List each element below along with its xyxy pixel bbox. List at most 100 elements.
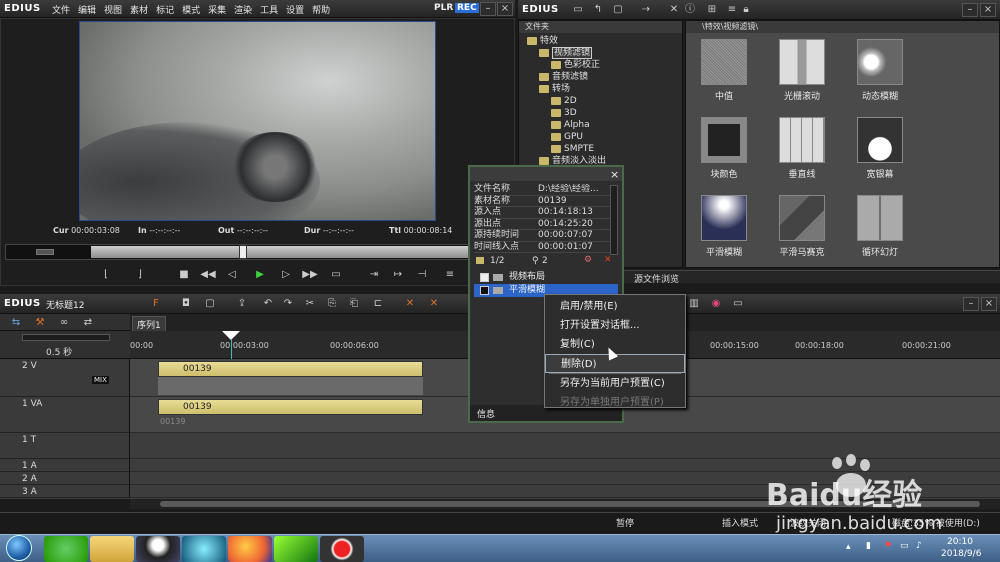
- fast-forward-icon[interactable]: ▶▶: [302, 268, 318, 282]
- insert-icon[interactable]: ⇥: [366, 268, 382, 282]
- delete-clip-icon[interactable]: ✕: [402, 297, 418, 311]
- group-icon[interactable]: ⊏: [370, 297, 386, 311]
- menu-item[interactable]: 素材: [130, 6, 148, 16]
- menu-item[interactable]: 帮助: [312, 6, 330, 16]
- effect-item[interactable]: 循环幻灯: [848, 195, 912, 258]
- timeline-close-icon[interactable]: ×: [981, 297, 997, 311]
- explorer-icon[interactable]: [90, 536, 134, 562]
- step-back-icon[interactable]: ◁: [224, 268, 240, 282]
- menu-item[interactable]: 设置: [286, 6, 304, 16]
- view-icon[interactable]: ⊞: [704, 3, 720, 17]
- tree-item[interactable]: 2D: [519, 95, 682, 107]
- menu-item[interactable]: 文件: [52, 6, 70, 16]
- tree-item[interactable]: 特效: [519, 35, 682, 47]
- layer-row[interactable]: 视频布局: [474, 271, 618, 284]
- step-forward-icon[interactable]: ▷: [278, 268, 294, 282]
- tree-item[interactable]: Alpha: [519, 119, 682, 131]
- menu-item[interactable]: 采集: [208, 6, 226, 16]
- context-menu-item[interactable]: 打开设置对话框...: [545, 316, 685, 335]
- overwrite-icon[interactable]: ↦: [390, 268, 406, 282]
- rec-mode-button[interactable]: REC: [455, 3, 479, 13]
- track-header[interactable]: 3 A: [0, 485, 130, 498]
- export-icon[interactable]: ⇪: [234, 297, 250, 311]
- timeline-minimize-icon[interactable]: –: [963, 297, 979, 311]
- record-voice-icon[interactable]: ◉: [708, 297, 724, 311]
- effect-item[interactable]: 平滑模糊: [692, 195, 756, 258]
- firefox-icon[interactable]: [228, 536, 272, 562]
- track-header[interactable]: 1 A: [0, 459, 130, 472]
- snapshot-icon[interactable]: ◘: [178, 297, 194, 311]
- tab-source-browser[interactable]: 源文件浏览: [634, 272, 679, 285]
- set-in-icon[interactable]: ⌊: [98, 268, 114, 282]
- track-header[interactable]: 1 T: [0, 433, 130, 459]
- video-clip[interactable]: 00139: [158, 361, 423, 377]
- tab-info[interactable]: 信息: [474, 406, 498, 421]
- properties-icon[interactable]: ⓘ: [682, 3, 698, 17]
- tree-item[interactable]: 视频滤镜: [519, 47, 682, 59]
- edius-taskbar-icon[interactable]: [274, 536, 318, 562]
- tray-up-icon[interactable]: ▴: [846, 542, 851, 552]
- context-menu-item[interactable]: 启用/禁用(E): [545, 297, 685, 316]
- menu-item[interactable]: 工具: [260, 6, 278, 16]
- tree-item[interactable]: 3D: [519, 107, 682, 119]
- minimize-icon[interactable]: –: [480, 2, 496, 16]
- layer-checkbox[interactable]: [480, 273, 489, 282]
- playhead-handle[interactable]: [239, 245, 247, 259]
- media-player-icon[interactable]: [182, 536, 226, 562]
- remove-filter-icon[interactable]: ✕: [604, 255, 612, 265]
- browser-360-icon[interactable]: [44, 536, 88, 562]
- ripple-delete-icon[interactable]: ✕: [426, 297, 442, 311]
- settings-icon[interactable]: ⚙: [584, 255, 592, 265]
- tools-icon[interactable]: ⚒: [32, 316, 48, 330]
- record-taskbar-icon[interactable]: [320, 536, 364, 562]
- effect-item[interactable]: 宽银幕: [848, 117, 912, 180]
- track-header[interactable]: 1 VA: [0, 397, 130, 433]
- up-folder-icon[interactable]: ↰: [590, 3, 606, 17]
- tray-volume-icon[interactable]: ♪: [916, 541, 922, 551]
- redo-icon[interactable]: ↷: [280, 297, 296, 311]
- cut-icon[interactable]: ✂: [302, 297, 318, 311]
- track-mode-icon[interactable]: ⇆: [8, 316, 24, 330]
- info-close-icon[interactable]: ×: [610, 168, 619, 181]
- player-scrubber[interactable]: [5, 244, 510, 260]
- effect-item[interactable]: 动态模糊: [848, 39, 912, 102]
- menu-icon[interactable]: ≡: [442, 268, 458, 282]
- start-button[interactable]: [6, 535, 32, 561]
- menu-item[interactable]: 编辑: [78, 6, 96, 16]
- tray-network-icon[interactable]: ▮: [866, 541, 871, 551]
- video-clip[interactable]: 00139: [158, 399, 423, 415]
- bin-close-icon[interactable]: ×: [980, 3, 996, 17]
- context-menu-item[interactable]: 另存为当前用户预置(C): [545, 374, 685, 393]
- undo-icon[interactable]: ↶: [260, 297, 276, 311]
- effect-item[interactable]: 中值: [692, 39, 756, 102]
- track-header[interactable]: 2 A: [0, 472, 130, 485]
- lock-icon[interactable]: 🔒︎: [738, 3, 754, 17]
- tree-item[interactable]: 转场: [519, 83, 682, 95]
- output-icon[interactable]: ▭: [328, 268, 344, 282]
- menu-item[interactable]: 标记: [156, 6, 174, 16]
- effect-item[interactable]: 垂直线: [770, 117, 834, 180]
- effect-item[interactable]: 光栅滚动: [770, 39, 834, 102]
- new-folder-icon[interactable]: ▢: [610, 3, 626, 17]
- apply-icon[interactable]: ⇢: [638, 3, 654, 17]
- trim-icon[interactable]: ⊣: [414, 268, 430, 282]
- paste-icon[interactable]: ⎗: [346, 297, 362, 311]
- tree-item[interactable]: GPU: [519, 131, 682, 143]
- mix-badge[interactable]: MIX: [92, 376, 109, 384]
- effect-item[interactable]: 平滑马赛克: [770, 195, 834, 258]
- effect-icon[interactable]: F: [148, 297, 164, 311]
- audio-mixer-icon[interactable]: ▥: [686, 297, 702, 311]
- playhead-marker[interactable]: [222, 331, 240, 340]
- tree-item[interactable]: 音频滤镜: [519, 71, 682, 83]
- tree-item[interactable]: 色彩校正: [519, 59, 682, 71]
- qq-icon[interactable]: [136, 536, 180, 562]
- menu-item[interactable]: 视图: [104, 6, 122, 16]
- rewind-icon[interactable]: ◀◀: [200, 268, 216, 282]
- delete-icon[interactable]: ✕: [666, 3, 682, 17]
- stop-icon[interactable]: ■: [176, 268, 192, 282]
- layer-checkbox[interactable]: [480, 286, 489, 295]
- plr-mode-button[interactable]: PLR: [434, 3, 453, 13]
- track-header[interactable]: 2 V MIX: [0, 359, 130, 397]
- effect-item[interactable]: 块颜色: [692, 117, 756, 180]
- new-sequence-icon[interactable]: ▢: [202, 297, 218, 311]
